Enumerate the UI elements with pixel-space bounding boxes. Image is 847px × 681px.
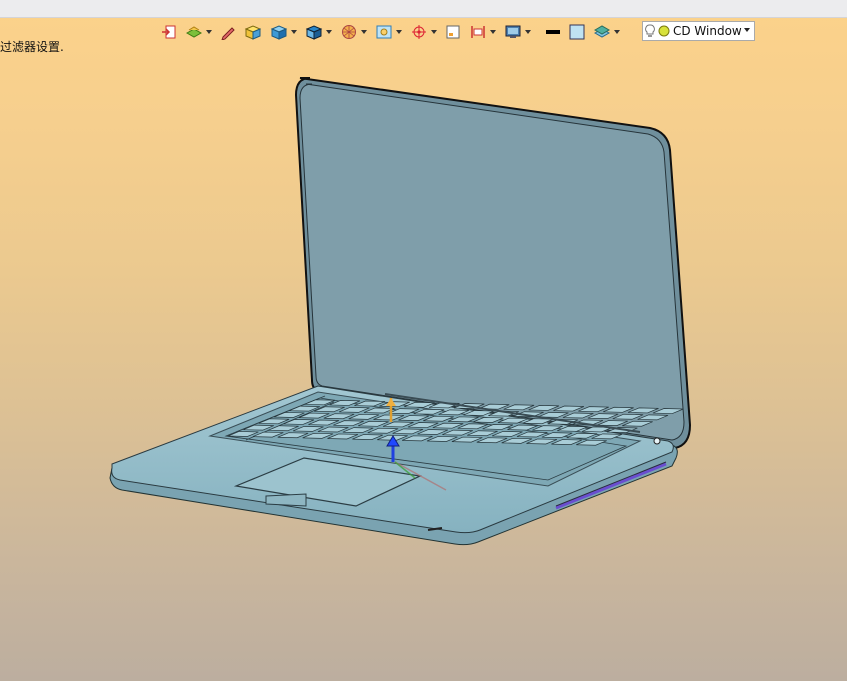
chevron-down-icon[interactable]	[525, 30, 531, 34]
view-cube-icon[interactable]	[302, 21, 335, 43]
chevron-down-icon[interactable]	[291, 30, 297, 34]
laptop-model[interactable]	[109, 77, 692, 546]
align-icon[interactable]	[466, 21, 499, 43]
chevron-down-icon[interactable]	[326, 30, 332, 34]
power-button	[653, 437, 661, 445]
import-icon[interactable]	[158, 21, 180, 43]
selection-filter-dropdown[interactable]: CD Window	[642, 21, 755, 41]
chevron-down-icon[interactable]	[744, 28, 750, 32]
line-color-icon[interactable]	[542, 21, 564, 43]
chevron-down-icon[interactable]	[490, 30, 496, 34]
frame-icon[interactable]	[372, 21, 405, 43]
filter-label: CD Window	[673, 24, 742, 38]
cube-blue-icon[interactable]	[267, 21, 300, 43]
status-dot-icon	[658, 25, 670, 37]
front-notch	[265, 493, 307, 507]
chevron-down-icon[interactable]	[206, 30, 212, 34]
chevron-down-icon[interactable]	[396, 30, 402, 34]
layers-stack-icon[interactable]	[590, 21, 623, 43]
3d-viewport[interactable]	[0, 50, 847, 681]
cube-yellow-icon[interactable]	[241, 21, 265, 43]
fill-color-icon[interactable]	[566, 21, 588, 43]
bulb-icon	[645, 24, 655, 37]
page-icon[interactable]	[442, 21, 464, 43]
chevron-down-icon[interactable]	[431, 30, 437, 34]
chevron-down-icon[interactable]	[361, 30, 367, 34]
snap-target-icon[interactable]	[407, 21, 440, 43]
sphere-icon[interactable]	[337, 21, 370, 43]
chevron-down-icon[interactable]	[614, 30, 620, 34]
window-top-strip	[0, 0, 847, 18]
toolbar	[158, 20, 623, 44]
screen-panel	[299, 83, 685, 441]
layer-icon[interactable]	[182, 21, 215, 43]
display-icon[interactable]	[501, 21, 534, 43]
pencil-icon[interactable]	[217, 21, 239, 43]
